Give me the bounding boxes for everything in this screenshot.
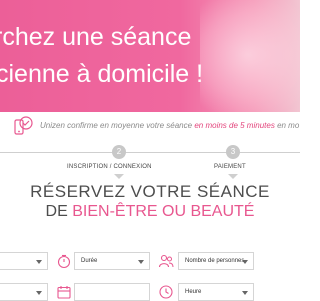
- chevron-down-icon: [242, 291, 248, 295]
- address-select[interactable]: [0, 283, 48, 301]
- chevron-down-icon: [138, 260, 144, 264]
- promo-text: Unizen confirme en moyenne votre séance …: [40, 121, 299, 130]
- timer-icon: [57, 254, 71, 269]
- hero-background-image: [200, 0, 300, 112]
- hero-banner: rchez une séance cienne à domicile !: [0, 0, 300, 112]
- booking-subtitle: DE BIEN-ÊTRE OU BEAUTÉ: [0, 203, 300, 221]
- clock-icon: [159, 285, 173, 299]
- chevron-down-icon: [242, 260, 248, 264]
- duration-select-label: Durée: [81, 258, 98, 264]
- calendar-icon: [57, 286, 71, 299]
- hero-headline-line2: cienne à domicile !: [0, 60, 204, 88]
- service-select[interactable]: [0, 252, 48, 270]
- promo-suffix: en mo: [277, 121, 300, 130]
- hour-select[interactable]: Heure: [178, 283, 254, 301]
- step-2-indicator: 2: [112, 145, 126, 159]
- persons-select[interactable]: Nombre de personnes: [178, 252, 254, 270]
- steps-divider: [0, 152, 300, 153]
- booking-steps: [0, 140, 300, 182]
- promo-prefix: Unizen confirme en moyenne votre séance: [40, 121, 193, 130]
- persons-icon: [158, 254, 174, 268]
- date-field[interactable]: [74, 283, 150, 301]
- persons-select-label: Nombre de personnes: [185, 258, 245, 264]
- booking-subtitle-prefix: DE: [45, 203, 68, 220]
- chevron-down-icon: [36, 260, 42, 264]
- promo-highlight: en moins de 5 minutes: [194, 121, 275, 130]
- step-3-indicator: 3: [226, 145, 240, 159]
- booking-subtitle-highlight: BIEN-ÊTRE OU BEAUTÉ: [72, 203, 255, 220]
- hero-headline-line1: rchez une séance: [0, 23, 192, 51]
- duration-select[interactable]: Durée: [74, 252, 150, 270]
- booking-title: RÉSERVEZ VOTRE SÉANCE: [30, 182, 270, 201]
- phone-check-icon: [14, 116, 33, 135]
- hour-select-label: Heure: [185, 289, 202, 295]
- step-3-pointer: [228, 174, 238, 179]
- step-2-pointer: [114, 174, 124, 179]
- chevron-down-icon: [36, 291, 42, 295]
- step-3-label: PAIEMENT: [214, 164, 246, 170]
- step-2-label: INSCRIPTION / CONNEXION: [67, 164, 152, 170]
